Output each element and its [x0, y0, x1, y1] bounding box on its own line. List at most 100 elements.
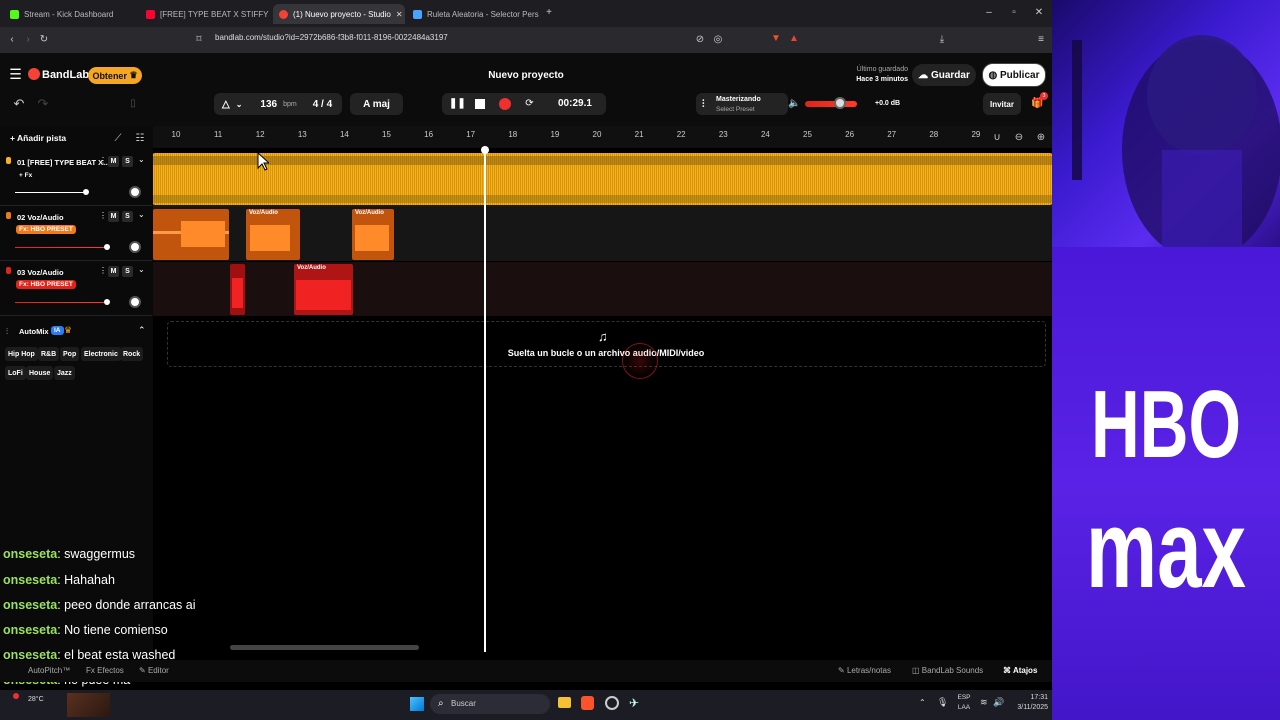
download-icon[interactable]: ⤓ [936, 34, 948, 46]
audio-clip[interactable]: Voz/Audio [246, 209, 300, 260]
lane-2[interactable]: Voz/Audio Voz/Audio [153, 207, 1052, 261]
genre-chip[interactable]: House [26, 366, 54, 380]
clock-date[interactable]: 3/11/2025 [1000, 704, 1048, 711]
solo-button[interactable]: S [122, 266, 133, 277]
chevron-up-icon[interactable]: ⌃ [919, 698, 926, 707]
lane-3[interactable]: Voz/Audio [153, 262, 1052, 316]
extension-icon[interactable]: ⊘ [694, 34, 706, 46]
clock-time[interactable]: 17:31 [1008, 694, 1048, 701]
solo-button[interactable]: S [122, 156, 133, 167]
invite-button[interactable]: Invitar [983, 93, 1021, 115]
genre-chip[interactable]: Jazz [54, 366, 75, 380]
brave-rewards-icon[interactable]: ▲ [788, 33, 800, 45]
track-header-3[interactable]: 03 Voz/Audio ⋮ M S ⌄ Fx: HBO PRESET [0, 262, 152, 316]
publish-button[interactable]: ◍ Publicar [982, 63, 1046, 87]
reload-icon[interactable]: ↻ [38, 34, 50, 46]
loop-icon[interactable]: ⟳ [523, 98, 536, 110]
genre-chip[interactable]: R&B [38, 347, 60, 361]
undo-icon[interactable]: ↶ [12, 97, 26, 110]
mute-button[interactable]: M [108, 211, 119, 222]
obs-icon[interactable] [605, 696, 619, 710]
bpm-value[interactable]: 136 [260, 99, 277, 110]
wifi-icon[interactable]: ≋ [980, 697, 988, 708]
volume-slider[interactable] [15, 247, 107, 248]
metronome-icon[interactable]: △ [222, 99, 230, 110]
microphone-icon[interactable]: 🎙 [937, 697, 948, 708]
chevron-down-icon[interactable]: ⌄ [236, 100, 243, 109]
redo-icon[interactable]: ↷ [36, 97, 50, 110]
mute-button[interactable]: M [108, 156, 119, 167]
track-header-2[interactable]: 02 Voz/Audio ⋮ M S ⌄ Fx: HBO PRESET [0, 207, 152, 261]
drop-zone[interactable] [167, 321, 1046, 367]
obtener-button[interactable]: Obtener ♛ [88, 67, 142, 84]
genre-chip[interactable]: Rock [120, 347, 144, 361]
track-header-1[interactable]: 01 [FREE] TYPE BEAT X... ⋮ M S ⌄ + Fx [0, 152, 152, 206]
volume-slider[interactable] [15, 302, 107, 303]
audio-clip[interactable] [153, 209, 229, 260]
effects-button[interactable]: Fx Efectos [86, 666, 124, 675]
file-explorer-icon[interactable] [558, 697, 571, 708]
tab-kick[interactable]: Stream - Kick Dashboard [4, 4, 138, 24]
maximize-icon[interactable]: ▫ [1008, 7, 1020, 19]
audio-clip-beat[interactable] [153, 153, 1052, 205]
stop-icon[interactable] [475, 99, 485, 109]
audio-clip[interactable] [230, 264, 245, 315]
menu-icon[interactable]: ≡ [1035, 34, 1047, 46]
fx-preset-badge[interactable]: Fx: HBO PRESET [16, 225, 76, 234]
back-icon[interactable]: ‹ [6, 34, 18, 46]
audio-clip[interactable]: Voz/Audio [294, 264, 353, 315]
fx-preset-badge[interactable]: Fx: HBO PRESET [16, 280, 76, 289]
record-icon[interactable] [499, 98, 511, 110]
volume-handle[interactable] [83, 189, 89, 195]
genre-chip[interactable]: LoFi [5, 366, 26, 380]
minimize-icon[interactable]: – [983, 7, 995, 19]
bandlab-sounds-button[interactable]: ◫ BandLab Sounds [912, 666, 983, 675]
shortcuts-button[interactable]: ⌘ Atajos [1003, 666, 1037, 675]
time-signature[interactable]: 4 / 4 [313, 99, 332, 110]
save-button[interactable]: ☁ Guardar [912, 64, 976, 86]
pan-knob[interactable] [129, 296, 141, 308]
brave-shield-icon[interactable]: ▼ [770, 33, 782, 45]
tab-youtube[interactable]: [FREE] TYPE BEAT X STIFFY X AGUSF [140, 4, 270, 24]
zoom-out-icon[interactable]: ⊖ [1013, 132, 1025, 144]
speaker-icon[interactable]: 🔈 [788, 98, 800, 110]
weather-temp[interactable]: 28°C [28, 696, 44, 703]
genre-chip[interactable]: Electronic [81, 347, 121, 361]
clipboard-icon[interactable]: ▯ [126, 98, 140, 110]
keyboard-layout[interactable]: LAA [957, 704, 971, 711]
bookmark-icon[interactable]: ⌑ [193, 34, 205, 46]
tab-ruleta[interactable]: Ruleta Aleatoria - Selector Personaliz [407, 4, 539, 24]
project-title[interactable]: Nuevo proyecto [440, 70, 612, 81]
close-window-icon[interactable]: ✕ [1033, 7, 1045, 19]
brave-browser-icon[interactable] [581, 696, 594, 710]
tempo-control[interactable]: △ ⌄ 136 bpm 4 / 4 [214, 93, 342, 115]
steam-icon[interactable]: ✈ [629, 696, 639, 710]
url-text[interactable]: bandlab.com/studio?id=2972b686-f3b8-f011… [215, 33, 448, 42]
automix-label[interactable]: AutoMix [19, 327, 49, 336]
more-icon[interactable]: ⋮ [99, 211, 107, 220]
master-volume-slider[interactable] [805, 101, 857, 107]
magnet-icon[interactable]: ∪ [991, 132, 1003, 144]
chevron-down-icon[interactable]: ⌄ [138, 210, 145, 219]
zoom-in-icon[interactable]: ⊕ [1035, 132, 1047, 144]
pan-knob[interactable] [129, 241, 141, 253]
language-indicator[interactable]: ESP [957, 694, 971, 701]
extension-icon[interactable]: ◎ [712, 34, 724, 46]
close-tab-icon[interactable]: ✕ [396, 10, 403, 19]
playhead[interactable] [484, 150, 486, 652]
fx-button[interactable]: + Fx [16, 171, 35, 180]
chevron-up-icon[interactable]: ⌃ [138, 325, 146, 336]
volume-slider[interactable] [15, 192, 85, 193]
more-icon[interactable]: ⋮ [99, 156, 107, 165]
pause-icon[interactable]: ❚❚ [449, 98, 466, 110]
hamburger-menu-icon[interactable]: ☰ [9, 67, 22, 81]
gift-icon[interactable]: 🎁 [1031, 98, 1043, 110]
key-selector[interactable]: A maj [350, 93, 403, 115]
lane-1[interactable] [153, 153, 1052, 207]
track-name[interactable]: 02 Voz/Audio [17, 213, 64, 222]
lyrics-button[interactable]: ✎ Letras/notas [838, 666, 891, 675]
add-track-button[interactable]: + Añadir pista [10, 133, 66, 143]
playhead-handle[interactable] [481, 146, 489, 154]
volume-handle[interactable] [104, 244, 110, 250]
more-icon[interactable]: ⋮ [99, 266, 107, 275]
